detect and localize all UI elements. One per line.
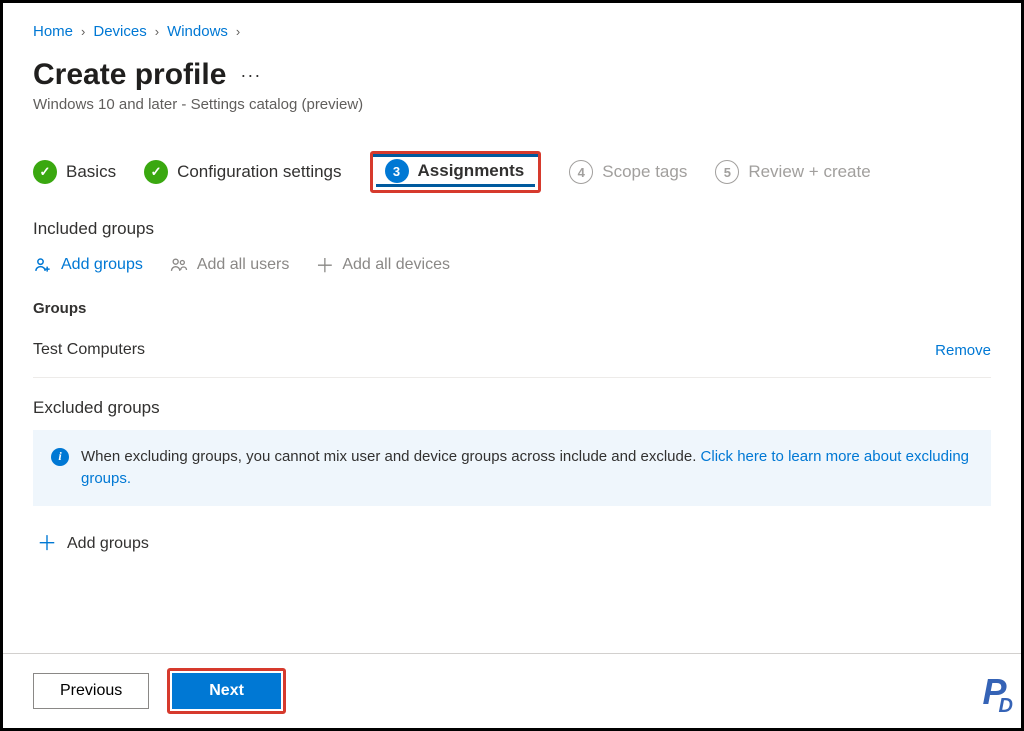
wizard-footer: Previous Next [3,653,1021,728]
breadcrumb-devices[interactable]: Devices [93,23,146,40]
step-label: Scope tags [602,162,687,182]
step-assignments[interactable]: 3 Assignments [370,151,542,193]
add-groups-button[interactable]: Add groups [33,255,143,275]
step-label: Configuration settings [177,162,341,182]
included-groups-title: Included groups [33,219,991,239]
info-text: When excluding groups, you cannot mix us… [81,446,973,490]
watermark-logo: PD [983,671,1011,718]
step-review-create[interactable]: 5 Review + create [715,160,870,184]
step-label: Basics [66,162,116,182]
page-subtitle: Windows 10 and later - Settings catalog … [33,96,991,113]
groups-column-header: Groups [33,300,991,317]
plus-icon: ＋ [315,251,334,278]
add-all-users-button[interactable]: Add all users [169,255,290,275]
more-options-button[interactable]: ··· [240,65,261,86]
step-configuration-settings[interactable]: ✓ Configuration settings [144,160,341,184]
group-row: Test Computers Remove [33,335,991,378]
chevron-right-icon: › [77,24,89,39]
chevron-right-icon: › [232,24,244,39]
breadcrumb-home[interactable]: Home [33,23,73,40]
step-scope-tags[interactable]: 4 Scope tags [569,160,687,184]
checkmark-icon: ✓ [144,160,168,184]
add-excluded-groups-label: Add groups [67,535,149,553]
step-number-badge: 4 [569,160,593,184]
breadcrumb-windows[interactable]: Windows [167,23,228,40]
next-button[interactable]: Next [172,673,281,709]
person-add-icon [33,255,53,275]
checkmark-icon: ✓ [33,160,57,184]
add-groups-label: Add groups [61,256,143,274]
step-label: Review + create [748,162,870,182]
remove-group-link[interactable]: Remove [935,342,991,359]
included-actions: Add groups Add all users ＋ Add all devic… [33,251,991,278]
step-number-badge: 5 [715,160,739,184]
info-icon: i [51,448,69,466]
info-banner: i When excluding groups, you cannot mix … [33,430,991,506]
people-icon [169,255,189,275]
step-basics[interactable]: ✓ Basics [33,160,116,184]
wizard-steps: ✓ Basics ✓ Configuration settings 3 Assi… [33,151,991,193]
group-name: Test Computers [33,341,145,359]
step-number-badge: 3 [385,159,409,183]
add-excluded-groups-button[interactable]: ＋ Add groups [33,534,991,554]
add-all-users-label: Add all users [197,256,290,274]
page-title: Create profile [33,58,226,92]
step-label: Assignments [418,161,525,181]
chevron-right-icon: › [151,24,163,39]
breadcrumb: Home › Devices › Windows › [33,23,991,40]
add-all-devices-label: Add all devices [342,256,450,274]
excluded-groups-title: Excluded groups [33,398,991,418]
previous-button[interactable]: Previous [33,673,149,709]
next-button-highlight: Next [167,668,286,714]
info-message: When excluding groups, you cannot mix us… [81,448,701,465]
add-all-devices-button[interactable]: ＋ Add all devices [315,251,450,278]
plus-icon: ＋ [37,534,57,554]
